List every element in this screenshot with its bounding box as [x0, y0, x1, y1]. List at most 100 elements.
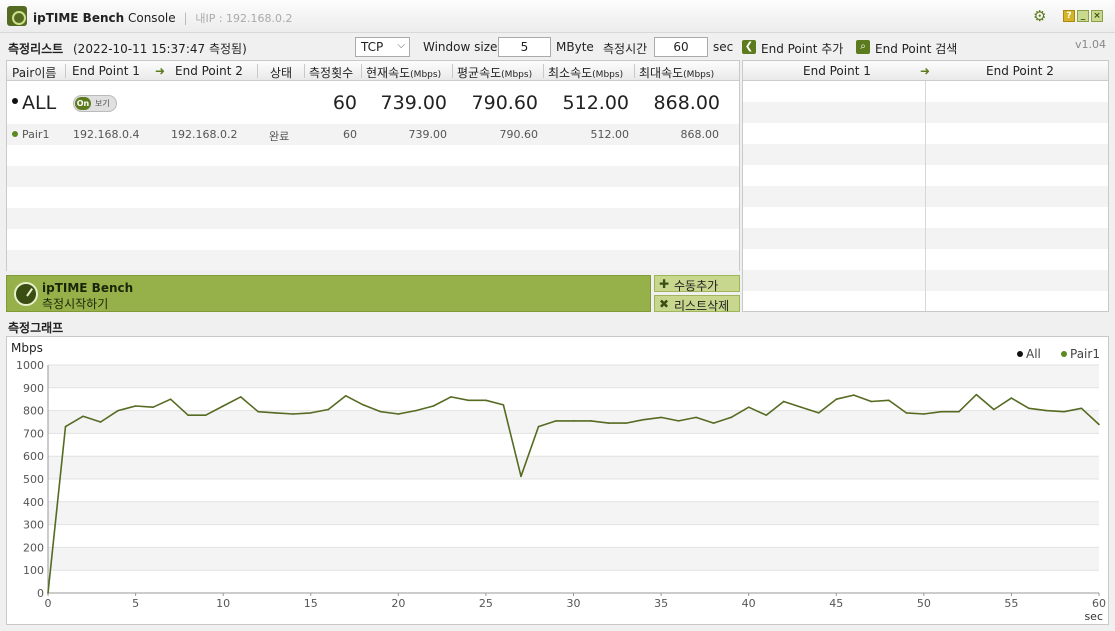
data-point — [572, 420, 575, 422]
data-point — [712, 422, 715, 424]
col-max-speed: 최대속도(Mbps) — [639, 64, 714, 81]
data-point — [47, 592, 49, 594]
toggle-view-label: 보기 — [95, 99, 110, 108]
data-point — [502, 404, 505, 406]
y-tick-label: 300 — [23, 519, 44, 532]
grid-band — [48, 501, 1099, 525]
endpoint-2-header: End Point 2 — [986, 64, 1054, 78]
settings-gear-icon[interactable]: ⚙ — [1033, 8, 1049, 24]
col-pair-name: Pair이름 — [12, 66, 57, 80]
empty-row — [7, 208, 739, 229]
grid-band — [48, 456, 1099, 479]
data-point — [134, 405, 137, 407]
duration-label: 측정시간 — [603, 42, 648, 56]
all-current-speed: 739.00 — [380, 92, 447, 114]
data-point — [292, 413, 295, 415]
data-point — [958, 410, 960, 413]
manual-add-button[interactable]: ✚ 수동추가 — [654, 275, 740, 293]
pair-average-speed: 790.60 — [499, 128, 539, 141]
search-endpoint-button[interactable]: End Point 검색 — [875, 40, 957, 57]
data-point — [309, 412, 312, 414]
x-tick-label: 0 — [45, 597, 52, 610]
start-button-title: ipTIME Bench — [42, 281, 134, 295]
x-tick-label: 35 — [654, 597, 668, 610]
table-row[interactable]: Pair1 192.168.0.4 192.168.0.2 완료 60 739.… — [7, 124, 739, 145]
data-point — [677, 420, 680, 422]
col-min-speed: 최소속도(Mbps) — [548, 64, 623, 81]
data-point — [344, 394, 347, 397]
duration-input[interactable]: 60 — [654, 37, 708, 57]
data-point — [415, 409, 417, 412]
manual-add-label: 수동추가 — [674, 279, 719, 293]
col-current-speed: 현재속도(Mbps) — [366, 64, 441, 81]
measurement-graph: 0 100 200 300 400 500 600 700 800 900 1000 0 5 10 15 20… — [6, 336, 1109, 625]
window-size-label: Window size — [423, 40, 498, 54]
data-point — [1098, 423, 1100, 426]
data-point — [695, 416, 697, 419]
data-point — [204, 414, 207, 416]
col-max-label: 최대속도 — [639, 66, 684, 80]
x-tick-label: 10 — [216, 597, 230, 610]
window-size-input[interactable]: 5 — [498, 37, 551, 57]
data-point — [730, 416, 732, 419]
data-point — [835, 398, 838, 400]
data-point — [1063, 410, 1065, 413]
list-header: Pair이름 End Point 1 ➜ End Point 2 상태 측정횟수… — [7, 61, 739, 81]
data-point — [397, 413, 400, 415]
empty-row — [7, 145, 739, 166]
app-name: ipTIME Bench — [33, 11, 125, 25]
col-average-speed: 평균속도(Mbps) — [457, 64, 532, 81]
duration-unit: sec — [713, 40, 734, 54]
title-bar: ipTIME Bench Console | 내IP : 192.168.0.2… — [0, 0, 1115, 33]
col-count: 측정횟수 — [309, 66, 354, 80]
col-unit: (Mbps) — [592, 70, 624, 80]
graph-title: 측정그래프 — [8, 321, 64, 335]
pair-count: 60 — [343, 128, 357, 141]
close-icon: ✖ — [659, 297, 670, 311]
data-point — [817, 412, 820, 414]
data-point — [625, 422, 627, 424]
all-summary-row[interactable]: ALL On 보기 60 739.00 790.60 512.00 868.00 — [7, 82, 739, 124]
protocol-select[interactable]: TCP ⌵ — [355, 37, 410, 57]
data-point — [117, 409, 119, 412]
view-toggle[interactable]: On 보기 — [73, 95, 117, 112]
delete-list-button[interactable]: ✖ 리스트삭제 — [654, 295, 740, 313]
search-icon[interactable]: ⌕ — [856, 40, 870, 54]
x-tick-label: 55 — [1004, 597, 1018, 610]
data-point — [239, 396, 242, 398]
data-point — [327, 408, 330, 411]
pair-dot-icon — [12, 131, 18, 137]
y-tick-label: 0 — [37, 587, 44, 600]
column-divider — [65, 64, 66, 78]
data-point — [274, 412, 277, 414]
start-measurement-button[interactable]: ipTIME Bench 측정시작하기 — [6, 275, 651, 312]
endpoint-column-divider — [925, 81, 926, 311]
y-tick-label: 500 — [23, 473, 44, 486]
y-tick-label: 600 — [23, 450, 44, 463]
data-point — [800, 406, 803, 408]
help-button[interactable]: ? — [1063, 10, 1075, 22]
data-point — [450, 396, 452, 398]
x-tick-label: 30 — [567, 597, 581, 610]
data-point — [169, 398, 172, 400]
pair-endpoint-2: 192.168.0.2 — [171, 128, 238, 141]
minimize-button[interactable]: _ — [1077, 10, 1089, 22]
data-point — [152, 406, 154, 408]
add-endpoint-button[interactable]: End Point 추가 — [761, 40, 843, 57]
y-tick-label: 700 — [23, 427, 44, 440]
column-divider — [634, 64, 635, 78]
pair-current-speed: 739.00 — [408, 128, 448, 141]
close-button[interactable]: × — [1091, 10, 1103, 22]
data-point — [555, 420, 557, 422]
endpoint-1-header: End Point 1 — [803, 64, 871, 78]
col-unit: (Mbps) — [410, 70, 442, 80]
app-title: ipTIME Bench Console | 내IP : 192.168.0.2 — [33, 10, 293, 26]
app-suffix: Console — [127, 11, 176, 25]
data-point — [923, 413, 925, 415]
col-endpoint-1: End Point 1 — [72, 64, 140, 78]
empty-row — [7, 166, 739, 187]
y-tick-label: 900 — [23, 382, 44, 395]
add-endpoint-icon[interactable]: ❮ — [742, 40, 756, 54]
arrow-right-icon: ➜ — [155, 64, 166, 78]
data-point — [642, 418, 645, 421]
